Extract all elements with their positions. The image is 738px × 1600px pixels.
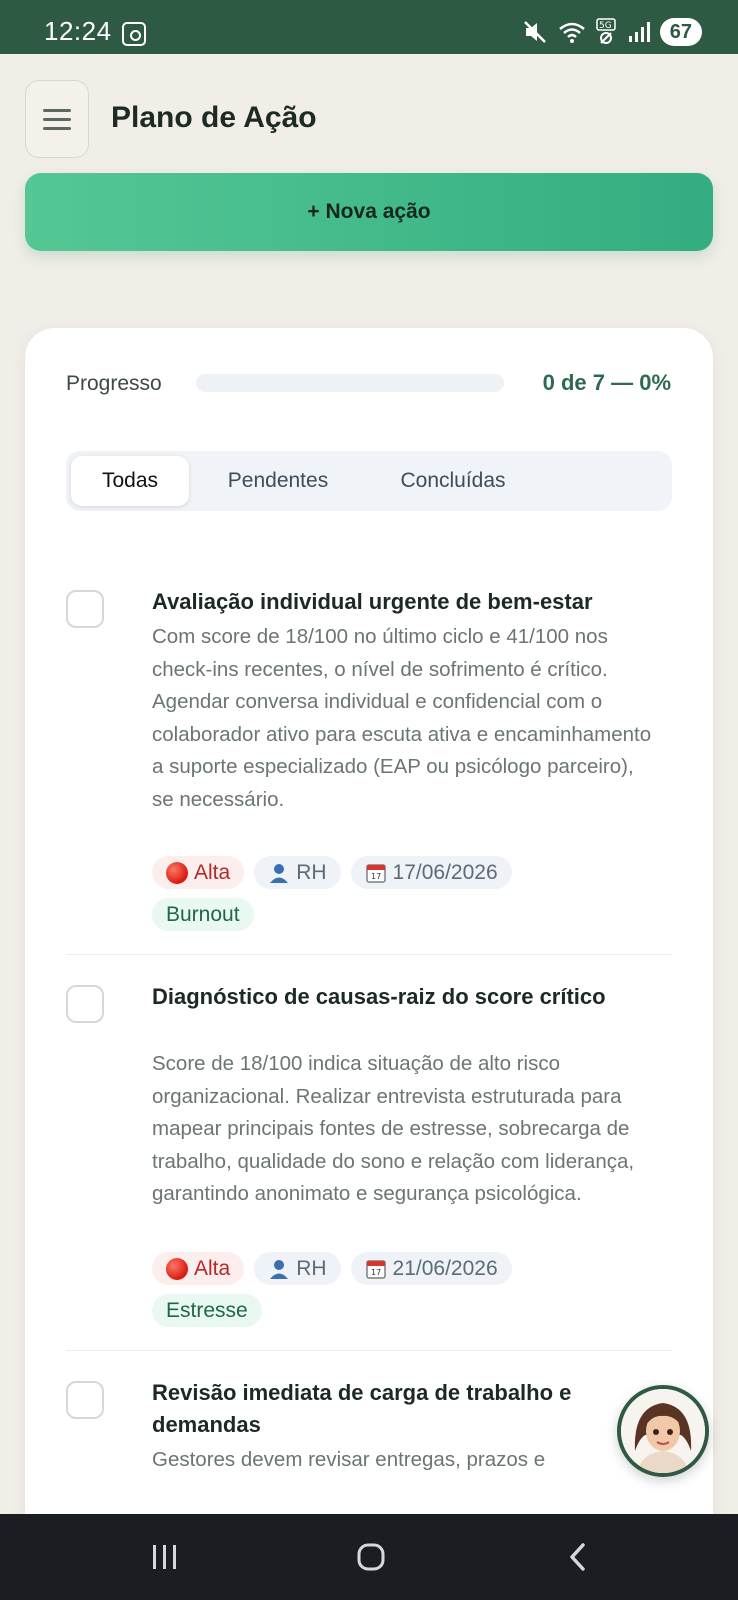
owner-badge: RH: [254, 856, 341, 889]
category-tag: Burnout: [152, 898, 254, 931]
action-title: Revisão imediata de carga de trabalho e …: [152, 1380, 572, 1437]
action-description: Score de 18/100 indica situação de alto …: [152, 1052, 635, 1205]
owner-label: RH: [296, 860, 327, 884]
priority-label: Alta: [194, 860, 231, 884]
person-icon: [270, 863, 289, 883]
priority-label: Alta: [194, 1256, 231, 1280]
recent-apps-icon: [153, 1545, 176, 1569]
home-button[interactable]: [341, 1532, 401, 1582]
action-chips: Alta RH 17 21/06/2026: [152, 1252, 512, 1285]
category-tag: Estresse: [152, 1294, 262, 1327]
hamburger-icon-line: [43, 126, 71, 130]
back-icon: [570, 1543, 585, 1571]
svg-text:5G: 5G: [599, 21, 612, 31]
back-button[interactable]: [548, 1532, 608, 1582]
action-title: Diagnóstico de causas-raiz do score crít…: [152, 984, 606, 1009]
progress-text: 0 de 7 — 0%: [542, 370, 671, 395]
battery-indicator: 67: [659, 18, 702, 46]
action-plan-card: Progresso 0 de 7 — 0% Todas Pendentes Co…: [25, 328, 713, 1600]
red-circle-icon: [166, 861, 188, 884]
action-tags: Estresse: [152, 1294, 262, 1327]
action-chips: Alta RH 17 17/06/2026: [152, 856, 512, 889]
status-icons: 5G 67: [522, 18, 702, 46]
action-description: Gestores devem revisar entregas, prazos …: [152, 1448, 546, 1471]
action-checkbox[interactable]: [66, 590, 104, 628]
progress-label: Progresso: [66, 372, 162, 395]
assistant-avatar-icon: [621, 1389, 705, 1473]
recent-apps-button[interactable]: [135, 1532, 195, 1582]
menu-button[interactable]: [25, 80, 89, 158]
action-item: Avaliação individual urgente de bem-esta…: [66, 580, 672, 954]
network-5g-icon: 5G: [596, 18, 616, 44]
action-tags: Burnout: [152, 898, 254, 931]
assistant-avatar-button[interactable]: [617, 1385, 709, 1477]
status-bar: 12:24 5G 67: [0, 0, 738, 54]
wifi-icon: [558, 22, 585, 43]
hamburger-icon-line: [43, 117, 71, 121]
svg-text:17: 17: [371, 872, 381, 881]
new-action-button[interactable]: + Nova ação: [25, 173, 713, 251]
progress-bar: [196, 374, 504, 392]
action-description: Com score de 18/100 no último ciclo e 41…: [152, 625, 652, 811]
tab-todas[interactable]: Todas: [71, 456, 189, 506]
due-date-badge: 17 21/06/2026: [350, 1252, 512, 1285]
tab-concluidas[interactable]: Concluídas: [366, 456, 540, 506]
home-icon: [357, 1543, 385, 1571]
page-title: Plano de Ação: [111, 101, 317, 134]
svg-text:17: 17: [371, 1268, 381, 1277]
red-circle-icon: [166, 1257, 188, 1280]
priority-badge: Alta: [152, 856, 245, 889]
action-checkbox[interactable]: [66, 1381, 104, 1419]
signal-icon: [628, 22, 650, 42]
status-time: 12:24: [44, 16, 112, 46]
screenshot-icon: [122, 22, 146, 46]
calendar-icon: 17: [365, 863, 386, 883]
hamburger-icon-line: [43, 108, 71, 112]
due-date-label: 17/06/2026: [392, 860, 498, 884]
person-icon: [270, 1259, 289, 1279]
tab-pendentes[interactable]: Pendentes: [201, 456, 355, 506]
system-nav-bar: [0, 1514, 738, 1600]
action-checkbox[interactable]: [66, 985, 104, 1023]
mute-icon: [523, 21, 546, 43]
due-date-badge: 17 17/06/2026: [350, 856, 512, 889]
action-title: Avaliação individual urgente de bem-esta…: [152, 589, 593, 614]
action-item: Diagnóstico de causas-raiz do score crít…: [66, 954, 672, 1350]
owner-label: RH: [296, 1256, 327, 1280]
due-date-label: 21/06/2026: [392, 1256, 498, 1280]
calendar-icon: 17: [365, 1259, 386, 1279]
priority-badge: Alta: [152, 1252, 245, 1285]
action-item: Revisão imediata de carga de trabalho e …: [66, 1350, 672, 1510]
filter-tabs: Todas Pendentes Concluídas: [66, 451, 672, 511]
owner-badge: RH: [254, 1252, 341, 1285]
